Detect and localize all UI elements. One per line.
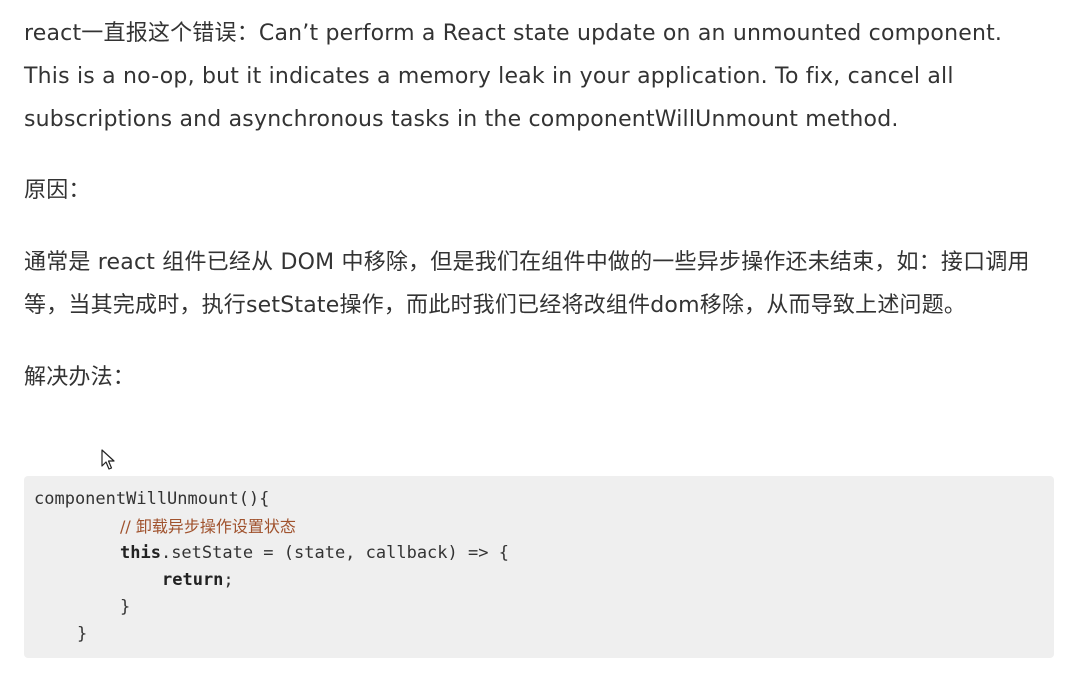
mouse-pointer-icon [101, 449, 115, 470]
code-line-3: this.setState = (state, callback) => { [34, 540, 1054, 567]
solution-heading: 解决办法： [24, 365, 136, 390]
article-body: react一直报这个错误：Can’t perform a React state… [24, 12, 1054, 418]
cause-paragraph: 通常是 react 组件已经从 DOM 中移除，但是我们在组件中做的一些异步操作… [24, 250, 1030, 318]
code-line-2: // 卸载异步操作设置状态 [34, 513, 1054, 540]
code-setstate-call: .setState = (state, callback) => { [160, 543, 509, 563]
code-line-1: componentWillUnmount(){ [34, 489, 270, 509]
code-semicolon: ; [223, 570, 234, 590]
code-keyword-return: return [162, 570, 224, 590]
error-paragraph: react一直报这个错误：Can’t perform a React state… [24, 21, 1003, 132]
code-keyword-this: this [120, 543, 161, 563]
code-line-6: } [77, 624, 88, 644]
code-line-4: return; [34, 567, 1054, 594]
code-block[interactable]: componentWillUnmount(){ // 卸载异步操作设置状态 th… [24, 476, 1054, 658]
cause-heading: 原因： [24, 178, 91, 203]
code-comment: // 卸载异步操作设置状态 [120, 517, 296, 536]
code-line-5: } [120, 597, 131, 617]
